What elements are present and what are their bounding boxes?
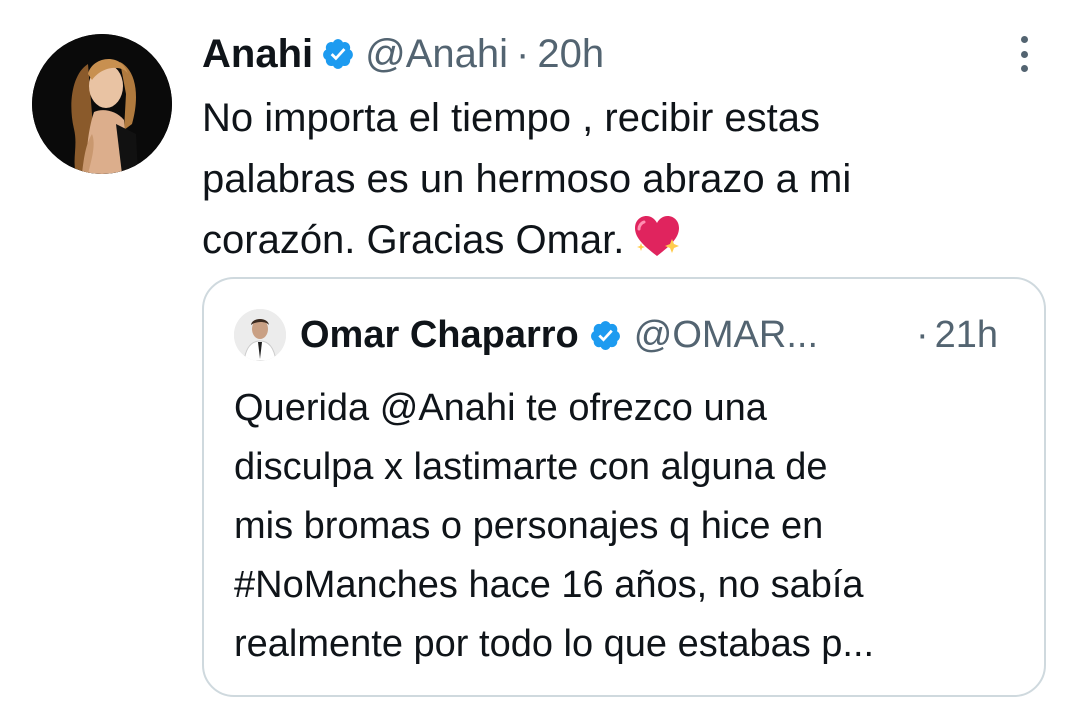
- quoted-tweet-header: Omar Chaparro @OMAR...: [300, 307, 818, 363]
- separator-dot: ·: [516, 31, 530, 76]
- quoted-author-name[interactable]: Omar Chaparro: [300, 314, 579, 357]
- quoted-tweet-timestamp[interactable]: 21h: [935, 314, 998, 357]
- tweet-timestamp[interactable]: 20h: [537, 32, 604, 77]
- tweet-text-segment: corazón. Gracias Omar.: [202, 218, 625, 262]
- quoted-author-handle[interactable]: @OMAR...: [634, 314, 818, 357]
- tweet-text: No importa el tiempo , recibir estas pal…: [202, 88, 1042, 271]
- tweet-text-line: No importa el tiempo , recibir estas: [202, 96, 821, 140]
- tweet-text-line-last: corazón. Gracias Omar.: [202, 210, 1042, 271]
- quoted-text-line: disculpa x lastimarte con alguna de: [234, 446, 828, 488]
- author-avatar[interactable]: [32, 34, 172, 174]
- more-options-icon[interactable]: [1012, 36, 1036, 72]
- tweet-text-line: palabras es un hermoso abrazo a mi: [202, 157, 852, 201]
- quoted-author-avatar[interactable]: [234, 309, 286, 361]
- tweet-header: Anahi @Anahi · 20h: [202, 26, 604, 82]
- separator-dot: ·: [916, 313, 929, 356]
- author-name[interactable]: Anahi: [202, 32, 313, 77]
- quoted-text-line: realmente por todo lo que estabas p...: [234, 623, 875, 665]
- verified-badge-icon: [321, 37, 355, 71]
- quoted-text-line: Querida @Anahi te ofrezco una: [234, 387, 767, 429]
- quoted-tweet-time-group: · 21h: [916, 307, 998, 363]
- quoted-text-line: mis bromas o personajes q hice en: [234, 505, 824, 547]
- verified-badge-icon: [589, 319, 622, 352]
- author-handle[interactable]: @Anahi: [365, 32, 508, 77]
- quoted-tweet-text: Querida @Anahi te ofrezco una disculpa x…: [234, 379, 1034, 674]
- quoted-text-line: #NoManches hace 16 años, no sabía: [234, 564, 864, 606]
- quoted-tweet[interactable]: Omar Chaparro @OMAR... · 21h Querida @An…: [202, 277, 1046, 697]
- tweet[interactable]: Anahi @Anahi · 20h No importa el tiempo …: [0, 0, 1080, 708]
- sparkling-heart-icon: [632, 213, 682, 259]
